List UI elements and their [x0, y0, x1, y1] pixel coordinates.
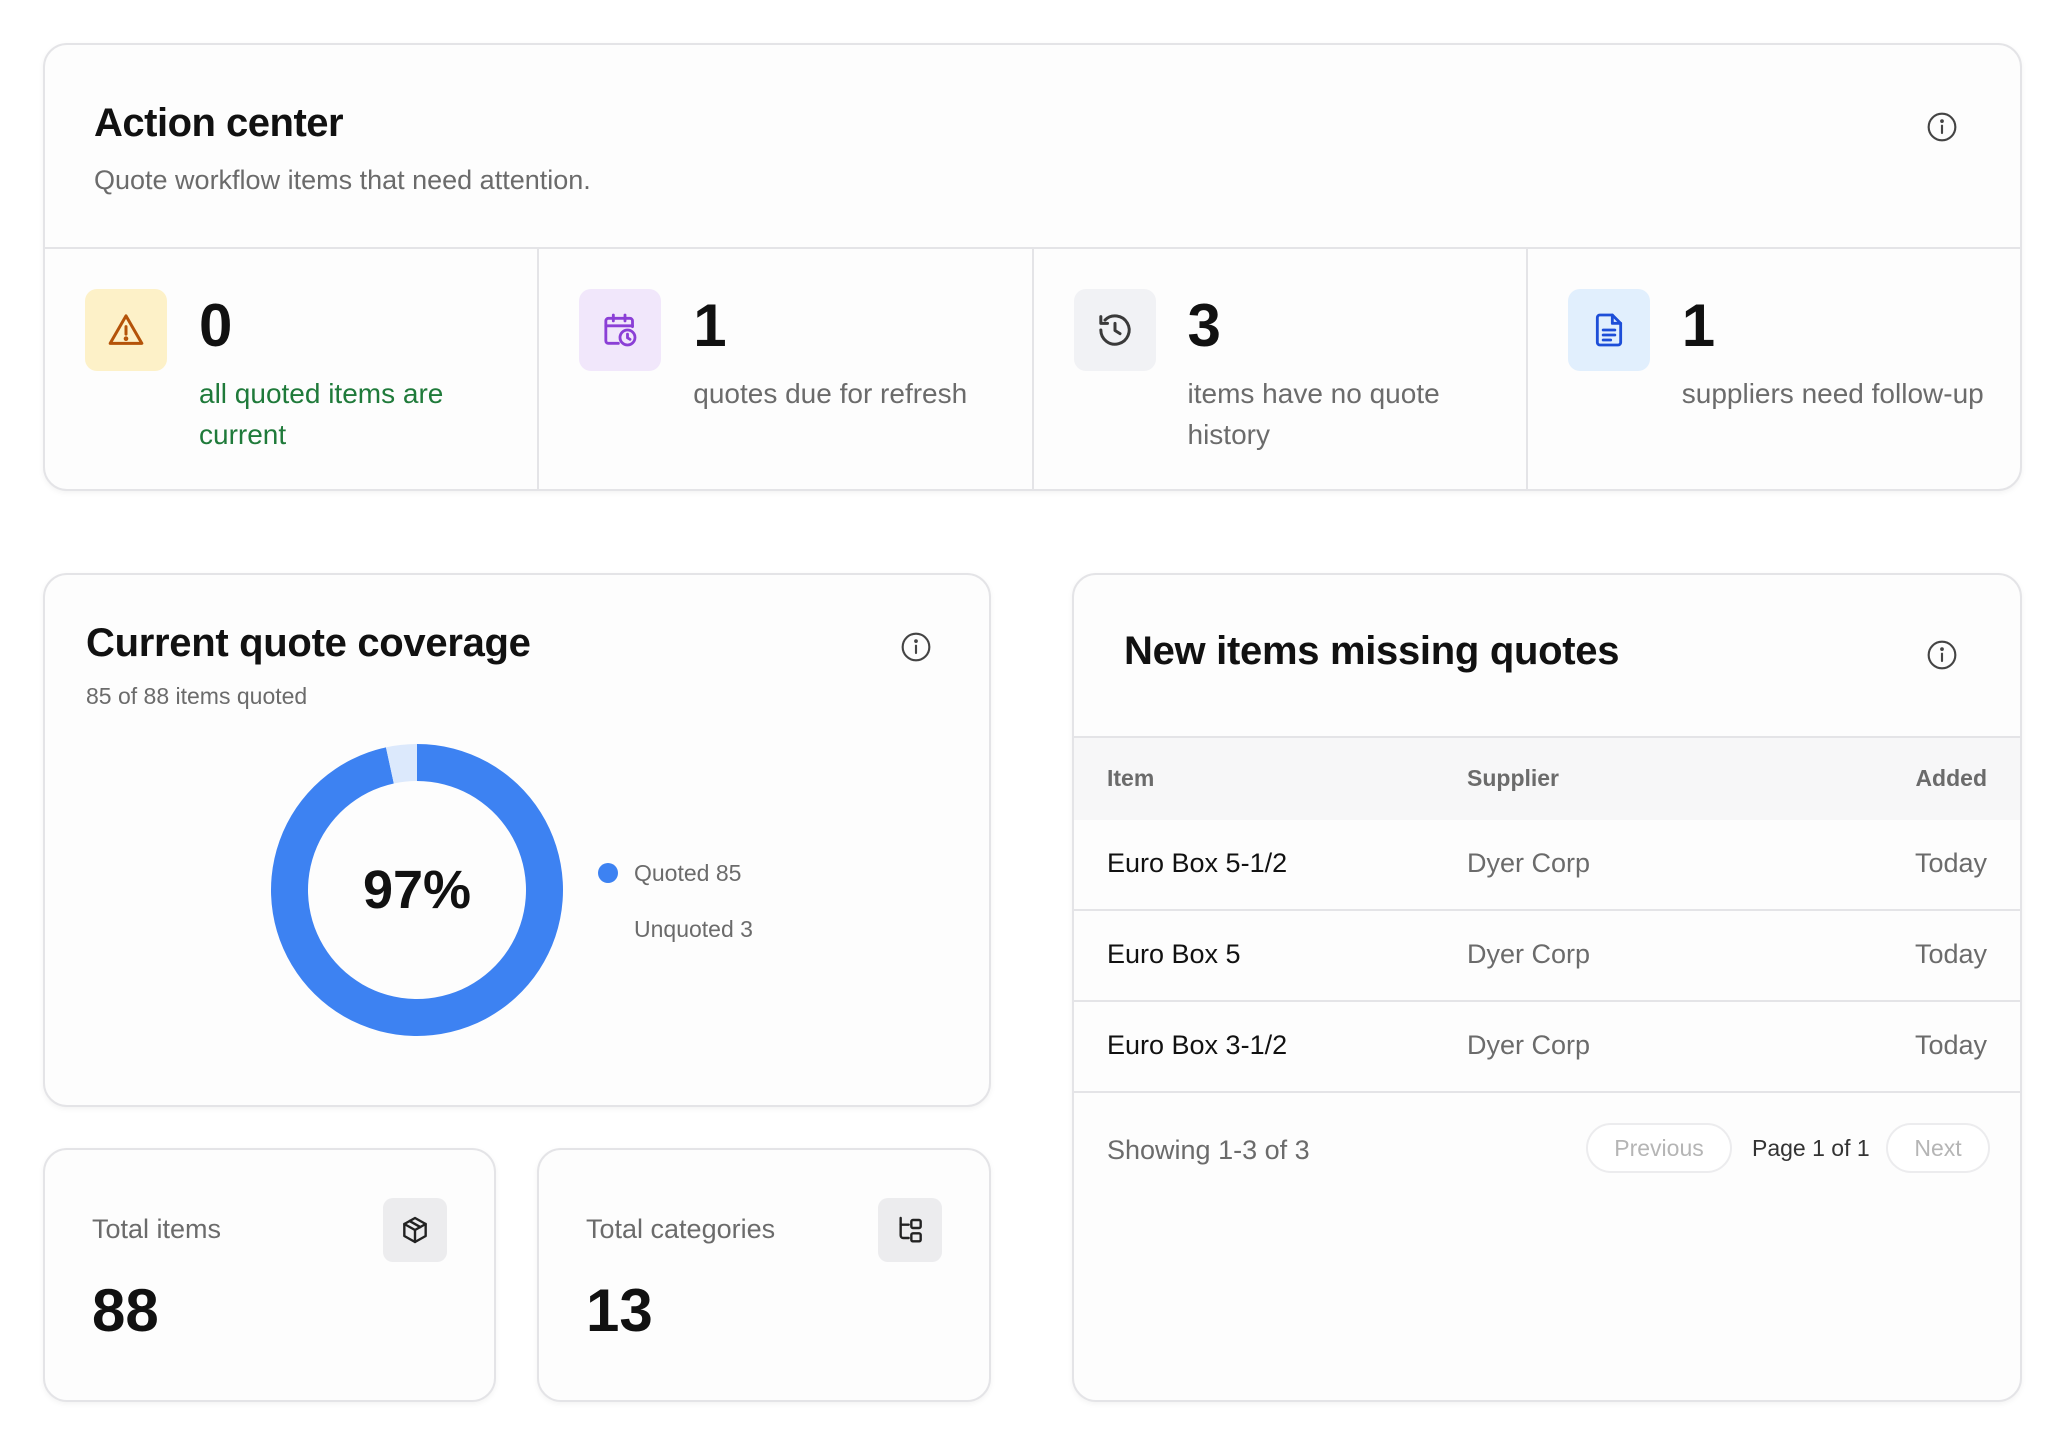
metric-quotes-due[interactable]: 1 quotes due for refresh: [539, 249, 1034, 489]
metric-label: quotes due for refresh: [693, 378, 968, 409]
action-center-title: Action center: [94, 101, 344, 145]
action-center-card: Action center Quote workflow items that …: [43, 43, 2022, 491]
info-icon[interactable]: [1926, 111, 1958, 143]
metric-supplier-follow-up[interactable]: 1 suppliers need follow-up: [1528, 249, 2020, 489]
document-icon: [1567, 289, 1650, 371]
legend-item-quoted: Quoted 85: [598, 845, 753, 901]
total-categories-label: Total categories: [586, 1214, 776, 1244]
cell-added: Today: [1914, 1030, 1987, 1060]
metric-value: 1: [693, 292, 727, 359]
info-icon[interactable]: [1926, 639, 1958, 671]
missing-quotes-card: New items missing quotes Item Supplier A…: [1072, 573, 2022, 1402]
page-indicator: Page 1 of 1: [1752, 1135, 1870, 1161]
coverage-title: Current quote coverage: [86, 621, 531, 665]
metric-label: suppliers need follow-up: [1681, 378, 1984, 409]
calendar-clock-icon: [579, 289, 662, 371]
legend-label: Unquoted 3: [634, 915, 753, 942]
cell-item: Euro Box 5: [1107, 939, 1241, 969]
previous-page-button[interactable]: Previous: [1586, 1123, 1732, 1173]
cell-item: Euro Box 5-1/2: [1107, 848, 1288, 878]
metric-value: 3: [1187, 292, 1221, 359]
cell-supplier: Dyer Corp: [1467, 848, 1591, 878]
total-categories-value: 13: [586, 1277, 653, 1344]
metric-current-quotes[interactable]: 0 all quoted items are current: [45, 249, 540, 489]
cell-supplier: Dyer Corp: [1467, 1030, 1591, 1060]
total-items-card: Total items 88: [43, 1148, 496, 1402]
coverage-percentage: 97%: [363, 860, 471, 920]
legend-dot-quoted: [598, 863, 618, 883]
table-row[interactable]: Euro Box 3-1/2 Dyer Corp Today: [1074, 1002, 2020, 1093]
action-metrics: 0 all quoted items are current 1 quotes …: [45, 249, 2020, 489]
category-tree-icon: [878, 1198, 942, 1262]
legend-item-unquoted: Unquoted 3: [598, 901, 753, 957]
action-center-subtitle: Quote workflow items that need attention…: [94, 165, 591, 195]
column-header-item[interactable]: Item: [1107, 765, 1154, 792]
coverage-legend: Quoted 85 Unquoted 3: [598, 845, 753, 957]
info-icon[interactable]: [900, 631, 932, 663]
column-header-supplier[interactable]: Supplier: [1467, 765, 1559, 792]
cell-added: Today: [1914, 848, 1987, 878]
quote-coverage-card: Current quote coverage 85 of 88 items qu…: [43, 573, 991, 1107]
warning-triangle-icon: [85, 289, 167, 371]
showing-count: Showing 1-3 of 3: [1107, 1135, 1310, 1165]
metric-value: 1: [1681, 292, 1716, 359]
history-icon: [1073, 289, 1156, 371]
cell-added: Today: [1914, 939, 1987, 969]
table-row[interactable]: Euro Box 5 Dyer Corp Today: [1074, 911, 2020, 1002]
cell-item: Euro Box 3-1/2: [1107, 1030, 1288, 1060]
missing-quotes-title: New items missing quotes: [1124, 629, 1620, 673]
metric-label: all quoted items are current: [199, 378, 444, 450]
coverage-donut-chart: 97%: [271, 744, 563, 1036]
coverage-subtitle: 85 of 88 items quoted: [86, 683, 308, 709]
table-header: Item Supplier Added: [1074, 736, 2020, 820]
metric-label: items have no quote history: [1187, 378, 1440, 450]
action-center-header: Action center Quote workflow items that …: [45, 45, 2020, 249]
box-icon: [383, 1198, 447, 1262]
metric-value: 0: [199, 292, 233, 359]
metric-no-history[interactable]: 3 items have no quote history: [1034, 249, 1528, 489]
column-header-added[interactable]: Added: [1915, 765, 1987, 792]
total-categories-card: Total categories 13: [537, 1148, 991, 1402]
cell-supplier: Dyer Corp: [1467, 939, 1591, 969]
next-page-button[interactable]: Next: [1886, 1123, 1990, 1173]
total-items-value: 88: [92, 1277, 159, 1344]
total-items-label: Total items: [92, 1214, 222, 1244]
table-pagination: Showing 1-3 of 3 Previous Page 1 of 1 Ne…: [1074, 1095, 2020, 1205]
legend-label: Quoted 85: [634, 859, 742, 886]
legend-dot-unquoted: [598, 919, 618, 939]
table-row[interactable]: Euro Box 5-1/2 Dyer Corp Today: [1074, 820, 2020, 911]
